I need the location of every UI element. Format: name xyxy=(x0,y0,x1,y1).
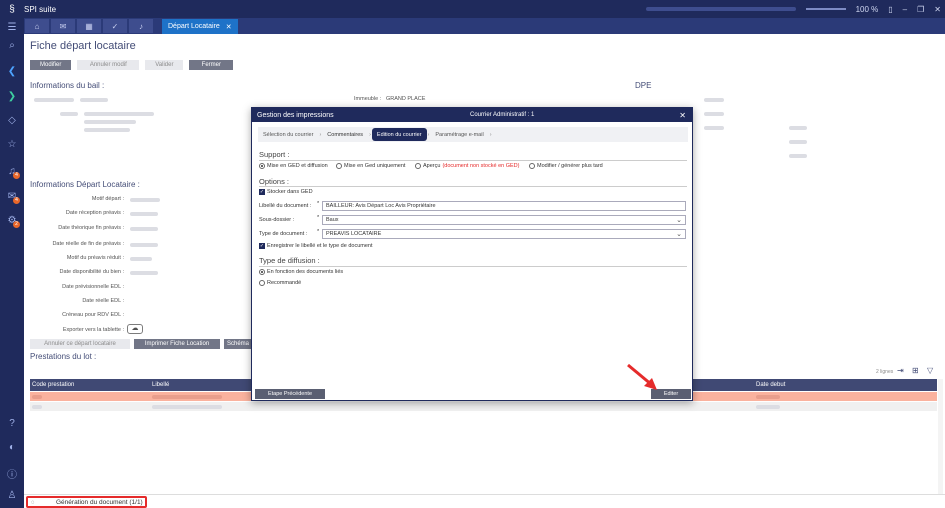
radio-label: Mise en GED et diffusion xyxy=(267,163,328,169)
radio-label: En fonction des documents liés xyxy=(267,269,344,275)
bell-icon[interactable]: ♫ xyxy=(0,166,24,177)
dialog-titlebar: Gestion des impressions Courrier Adminis… xyxy=(252,108,692,122)
radio-label: Modifier / générer plus tard xyxy=(537,163,603,169)
zoom-slider[interactable] xyxy=(805,8,846,10)
enregistrer-checkbox[interactable]: ✓ Enregistrer le libellé et le type de do… xyxy=(259,243,372,249)
minimize-icon[interactable]: – xyxy=(903,5,907,14)
select-value: PREAVIS LOCATAIRE xyxy=(326,231,382,237)
dialog-title: Gestion des impressions xyxy=(257,111,334,119)
document-icon[interactable]: ▯ xyxy=(888,5,892,14)
checkbox-checked-icon: ✓ xyxy=(259,189,265,195)
window-titlebar: § SPI suite 100 % ▯ – ❐ ✕ xyxy=(0,0,945,18)
checkbox-label: Stocker dans GED xyxy=(267,189,313,195)
divider xyxy=(259,186,687,187)
app-title: SPI suite xyxy=(24,4,57,14)
tab-label: Départ Locataire xyxy=(168,23,220,30)
libelle-label: Libellé du document : xyxy=(259,203,312,209)
required-star: * xyxy=(317,201,320,207)
code-icon[interactable]: ◇ xyxy=(0,115,24,126)
menu-icon[interactable]: ☰ xyxy=(0,22,24,33)
radio-dot xyxy=(529,163,535,169)
radio-documents-lies[interactable]: En fonction des documents liés xyxy=(259,269,343,275)
divider xyxy=(259,160,687,161)
radio-label: Aperçu xyxy=(423,163,441,169)
chevron-down-icon: ⌄ xyxy=(676,217,682,224)
radio-dot xyxy=(259,280,265,286)
chevron-right-icon: › xyxy=(489,131,492,138)
etape-precedente-button[interactable]: Etape Précédente xyxy=(255,389,325,399)
tasks-badge: 2 xyxy=(13,221,20,228)
app-logo-icon: § xyxy=(9,3,15,15)
diffusion-title: Type de diffusion : xyxy=(259,256,320,265)
divider xyxy=(259,266,687,267)
libelle-input[interactable]: BAILLEUR: Avis Départ Loc Avis Propriéta… xyxy=(322,201,686,211)
spinner-icon: ◌ xyxy=(31,500,35,506)
checkbox-checked-icon: ✓ xyxy=(259,243,265,249)
status-bar: ◌ Génération du document (1/1) xyxy=(24,494,945,508)
help-icon[interactable]: ? xyxy=(0,418,24,429)
info-icon[interactable]: ⓘ xyxy=(0,466,24,481)
generation-text: Génération du document (1/1) xyxy=(56,498,143,506)
zoom-level: 100 % xyxy=(855,4,879,14)
radio-modifier-plus-tard[interactable]: Modifier / générer plus tard xyxy=(529,163,603,169)
radio-apercu[interactable]: Aperçu (document non stocké en GED) xyxy=(415,163,519,169)
maximize-icon[interactable]: ❐ xyxy=(917,5,924,14)
tab-bar: ⌂ ✉ ▦ ✓ ♪ Départ Locataire ✕ xyxy=(24,18,945,34)
forward-arrow-icon[interactable]: ❯ xyxy=(0,91,24,102)
print-dialog: Gestion des impressions Courrier Adminis… xyxy=(251,107,693,401)
step-selection[interactable]: Sélection du courrier xyxy=(258,132,318,138)
dialog-close-icon[interactable]: ✕ xyxy=(679,111,686,120)
star-icon[interactable]: ☆ xyxy=(0,139,24,150)
radio-ged-diffusion[interactable]: Mise en GED et diffusion xyxy=(259,163,328,169)
support-icon[interactable]: ◐ xyxy=(0,442,24,453)
select-value: Baux xyxy=(326,217,339,223)
bell-tab-icon[interactable]: ♪ xyxy=(129,19,153,33)
support-title: Support : xyxy=(259,150,290,159)
required-star: * xyxy=(317,215,320,221)
mail-tab-icon[interactable]: ✉ xyxy=(51,19,75,33)
close-window-icon[interactable]: ✕ xyxy=(934,5,941,14)
radio-dot xyxy=(259,269,265,275)
calendar-icon[interactable]: ▦ xyxy=(77,19,101,33)
tab-close-icon[interactable]: ✕ xyxy=(226,23,232,31)
radio-dot xyxy=(336,163,342,169)
apercu-note: (document non stocké en GED) xyxy=(442,163,520,169)
radio-label: Recommandé xyxy=(267,280,302,286)
left-sidebar: ☰ ⌕ ❮ ❯ ◇ ☆ ♫ 4 ✉ 4 ⚙ 2 ? ◐ ⓘ ♙ xyxy=(0,18,24,508)
blurred-user-info xyxy=(645,7,796,11)
home-icon[interactable]: ⌂ xyxy=(25,19,49,33)
step-parametrage-email[interactable]: Paramétrage e-mail xyxy=(430,132,488,138)
radio-dot xyxy=(259,163,265,169)
checkbox-label: Enregistrer le libellé et le type de doc… xyxy=(267,243,373,249)
radio-dot xyxy=(415,163,421,169)
step-commentaires[interactable]: Commentaires xyxy=(322,132,368,138)
radio-recommande[interactable]: Recommandé xyxy=(259,280,301,286)
stocker-ged-checkbox[interactable]: ✓ Stocker dans GED xyxy=(259,189,313,195)
chevron-down-icon: ⌄ xyxy=(676,231,682,238)
search-icon[interactable]: ⌕ xyxy=(0,40,24,51)
mail-icon[interactable]: ✉ xyxy=(0,191,24,202)
back-arrow-icon[interactable]: ❮ xyxy=(0,66,24,77)
sousdossier-label: Sous-dossier : xyxy=(259,217,295,223)
step-edition[interactable]: Edition du courrier xyxy=(371,128,427,141)
mail-badge: 4 xyxy=(13,197,20,204)
dialog-subtitle: Courrier Administratif : 1 xyxy=(470,112,535,118)
radio-ged-uniquement[interactable]: Mise en Ged uniquement xyxy=(336,163,405,169)
window-controls: 100 % ▯ – ❐ ✕ xyxy=(645,0,941,18)
tasks-icon[interactable]: ⚙ xyxy=(0,215,24,226)
type-select[interactable]: PREAVIS LOCATAIRE ⌄ xyxy=(322,229,686,239)
tab-depart-locataire[interactable]: Départ Locataire ✕ xyxy=(162,19,238,34)
notification-badge: 4 xyxy=(13,172,20,179)
generation-status[interactable]: ◌ Génération du document (1/1) xyxy=(26,496,147,508)
wizard-steps: Sélection du courrier › Commentaires › E… xyxy=(258,127,688,142)
check-icon[interactable]: ✓ xyxy=(103,19,127,33)
radio-label: Mise en Ged uniquement xyxy=(344,163,406,169)
red-pointer-arrow-icon xyxy=(627,363,657,390)
required-star: * xyxy=(317,229,320,235)
sousdossier-select[interactable]: Baux ⌄ xyxy=(322,215,686,225)
options-title: Options : xyxy=(259,177,290,186)
type-label: Type de document : xyxy=(259,231,308,237)
user-icon[interactable]: ♙ xyxy=(0,490,24,501)
